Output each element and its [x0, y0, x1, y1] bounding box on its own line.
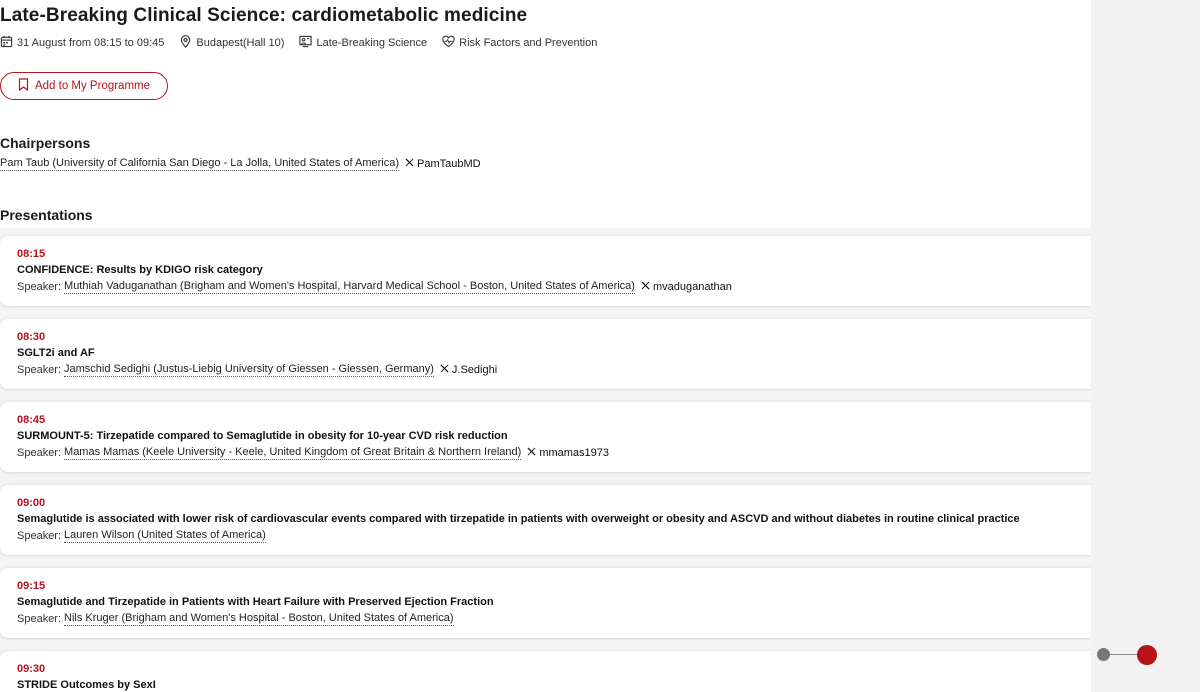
presentation-card[interactable]: 09:15 Semaglutide and Tirzepatide in Pat… [0, 568, 1091, 638]
presentation-time: 09:00 [17, 497, 46, 509]
carousel-dot-inactive[interactable] [1097, 648, 1110, 661]
speaker-link[interactable]: Jamschid Sedighi (Justus-Liebig Universi… [64, 363, 434, 377]
speaker-x-handle[interactable]: mmamas1973 [527, 447, 609, 459]
presentation-card[interactable]: 08:45 SURMOUNT-5: Tirzepatide compared t… [0, 402, 1091, 472]
session-location: Budapest(Hall 10) [179, 35, 284, 51]
session-page: Late-Breaking Clinical Science: cardiome… [0, 0, 1091, 692]
presentation-time: 09:30 [17, 663, 46, 675]
speaker-label: Speaker: [17, 530, 62, 542]
calendar-icon [0, 35, 17, 51]
presentation-title[interactable]: SGLT2i and AF [17, 347, 95, 359]
location-pin-icon [179, 35, 196, 51]
session-meta: 31 August from 08:15 to 09:45 Budapest(H… [0, 35, 612, 51]
x-logo-icon [641, 281, 653, 293]
presentation-time: 09:15 [17, 580, 46, 592]
speaker-label: Speaker: [17, 281, 62, 293]
chairperson-link[interactable]: Pam Taub (University of California San D… [0, 157, 400, 171]
speaker-link[interactable]: Lauren Wilson (United States of America) [64, 529, 266, 543]
speaker-x-handle[interactable]: J.Sedighi [440, 364, 497, 376]
speaker-link[interactable]: Mamas Mamas (Keele University - Keele, U… [64, 446, 522, 460]
presentation-title[interactable]: SURMOUNT-5: Tirzepatide compared to Sema… [17, 430, 508, 442]
speaker-label: Speaker: [17, 364, 62, 376]
session-topic-text: Risk Factors and Prevention [459, 37, 598, 49]
presentation-time: 08:45 [17, 414, 46, 426]
session-topic: Risk Factors and Prevention [442, 35, 597, 51]
add-to-programme-button[interactable]: Add to My Programme [0, 72, 168, 100]
x-handle-text: mmamas1973 [539, 447, 610, 459]
x-logo-icon [440, 364, 452, 376]
heart-pulse-icon [442, 35, 459, 51]
presentation-time: 08:15 [17, 248, 46, 260]
session-location-text: Budapest(Hall 10) [196, 37, 285, 49]
presentations-heading: Presentations [0, 207, 93, 223]
presentation-speaker: Speaker: Muthiah Vaduganathan (Brigham a… [17, 280, 732, 294]
presentation-title[interactable]: Semaglutide and Tirzepatide in Patients … [17, 596, 494, 608]
presentation-title[interactable]: Semaglutide is associated with lower ris… [17, 513, 1020, 525]
presentation-speaker: Speaker: Jamschid Sedighi (Justus-Liebig… [17, 363, 497, 377]
speaker-x-handle[interactable]: mvaduganathan [641, 281, 732, 293]
presentation-speaker: Speaker: Lauren Wilson (United States of… [17, 529, 266, 543]
presentation-card[interactable]: 09:00 Semaglutide is associated with low… [0, 485, 1091, 555]
presentation-card[interactable]: 08:15 CONFIDENCE: Results by KDIGO risk … [0, 236, 1091, 306]
session-date: 31 August from 08:15 to 09:45 [0, 35, 164, 51]
speaker-label: Speaker: [17, 447, 62, 459]
speaker-label: Speaker: [17, 613, 62, 625]
presentation-time: 08:30 [17, 331, 46, 343]
right-rail [1091, 0, 1200, 692]
presenter-board-icon [299, 35, 316, 51]
session-type-text: Late-Breaking Science [316, 37, 428, 49]
speaker-link[interactable]: Muthiah Vaduganathan (Brigham and Women'… [64, 280, 635, 294]
x-logo-icon [405, 158, 417, 170]
chairperson-item: Pam Taub (University of California San D… [0, 157, 481, 171]
x-handle-text: PamTaubMD [417, 158, 481, 170]
x-logo-icon [527, 447, 539, 459]
presentation-speaker: Speaker: Nils Kruger (Brigham and Women'… [17, 612, 454, 626]
speaker-link[interactable]: Nils Kruger (Brigham and Women's Hospita… [64, 612, 454, 626]
presentation-card[interactable]: 09:30 STRIDE Outcomes by SexI [0, 651, 1091, 692]
bookmark-icon [18, 78, 35, 94]
chairperson-x-handle[interactable]: PamTaubMD [405, 158, 481, 170]
session-date-text: 31 August from 08:15 to 09:45 [17, 37, 165, 49]
carousel-dot-active[interactable] [1137, 645, 1157, 665]
presentation-card[interactable]: 08:30 SGLT2i and AF Speaker: Jamschid Se… [0, 319, 1091, 389]
session-type: Late-Breaking Science [299, 35, 427, 51]
x-handle-text: mvaduganathan [652, 281, 732, 293]
session-title: Late-Breaking Clinical Science: cardiome… [0, 5, 528, 26]
chairpersons-heading: Chairpersons [0, 135, 91, 151]
presentation-title[interactable]: STRIDE Outcomes by SexI [17, 679, 156, 691]
x-handle-text: J.Sedighi [451, 364, 498, 376]
presentation-title[interactable]: CONFIDENCE: Results by KDIGO risk catego… [17, 264, 263, 276]
add-to-programme-label: Add to My Programme [34, 80, 151, 92]
presentation-speaker: Speaker: Mamas Mamas (Keele University -… [17, 446, 609, 460]
